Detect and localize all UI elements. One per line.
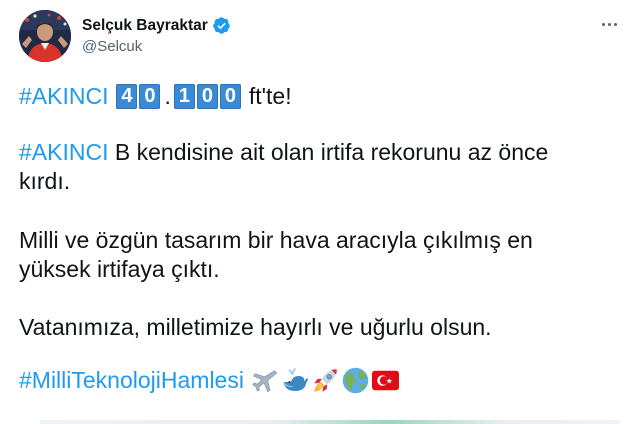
more-dot-icon (607, 22, 611, 26)
hashtag-akinci[interactable]: #AKINCI (19, 82, 108, 111)
tweet-header: Selçuk Bayraktar @Selcuk (19, 9, 623, 63)
tweet-line-altitude: #AKINCI 4 0 . 1 0 0 ft'te! (19, 80, 619, 112)
whale-icon (283, 367, 309, 391)
tweet-card: Selçuk Bayraktar @Selcuk #AKINCI 4 0 . 1… (0, 0, 640, 424)
author-name[interactable]: Selçuk Bayraktar (82, 16, 208, 36)
emoji-row (252, 367, 399, 394)
keycap-digit: 0 (139, 83, 161, 109)
paragraph-line: kırdı. (19, 168, 71, 194)
turkey-flag-icon (371, 370, 399, 391)
media-preview-edge (40, 420, 620, 424)
tweet-line-hashtag: #MilliTeknolojiHamlesi (19, 366, 619, 395)
keycap-digit: 1 (173, 83, 195, 109)
avatar[interactable] (19, 10, 71, 62)
more-dot-icon (613, 22, 617, 26)
tweet-paragraph-design: Milli ve özgün tasarım bir hava aracıyla… (19, 226, 619, 284)
rocket-icon (314, 369, 337, 392)
verified-badge-icon (212, 17, 230, 34)
paragraph-line: yüksek irtifaya çıktı. (19, 256, 220, 282)
altitude-unit-text: ft'te! (248, 82, 292, 109)
hashtag-akinci[interactable]: #AKINCI (19, 139, 108, 165)
more-options-button[interactable] (595, 13, 623, 35)
author-info: Selçuk Bayraktar @Selcuk (82, 16, 231, 57)
author-handle[interactable]: @Selcuk (82, 37, 231, 57)
keycap-digit: 4 (116, 83, 138, 109)
airplane-icon (252, 370, 278, 393)
record-text: B kendisine ait olan irtifa rekorunu az … (108, 139, 549, 165)
author-name-row: Selçuk Bayraktar (82, 16, 231, 36)
keycap-digit: 0 (196, 83, 218, 109)
paragraph-line: #AKINCI B kendisine ait olan irtifa reko… (19, 138, 619, 167)
avatar-image (19, 10, 71, 62)
globe-icon (342, 367, 369, 394)
tweet-text: #AKINCI 4 0 . 1 0 0 ft'te! #AKINCI B ken… (19, 80, 619, 395)
tweet-paragraph-blessing: Vatanımıza, milletimize hayırlı ve uğurl… (19, 314, 492, 340)
thousands-separator: . (164, 82, 171, 109)
paragraph-line: Milli ve özgün tasarım bir hava aracıyla… (19, 227, 533, 253)
keycap-digit: 0 (219, 83, 241, 109)
hashtag-milli-teknoloji-hamlesi[interactable]: #MilliTeknolojiHamlesi (19, 366, 244, 395)
tweet-paragraph-record: #AKINCI B kendisine ait olan irtifa reko… (19, 138, 619, 196)
more-dot-icon (601, 22, 605, 26)
